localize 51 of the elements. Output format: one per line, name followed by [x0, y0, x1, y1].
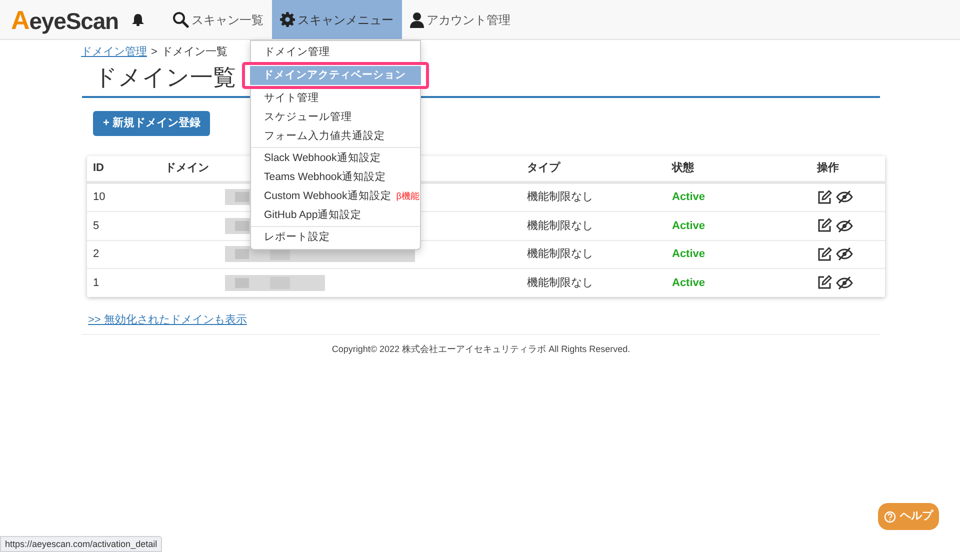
id-cell: 10 [93, 191, 106, 203]
nav-tab[interactable]: スキャン一覧 [164, 0, 272, 39]
menu-item[interactable]: ドメイン管理 [251, 43, 420, 62]
help-icon [884, 510, 896, 522]
breadcrumb-link[interactable]: ドメイン管理 [81, 44, 147, 60]
menu-item[interactable]: Slack Webhook通知設定 [251, 149, 420, 168]
search-icon [172, 11, 189, 28]
type-cell: 機能制限なし [527, 248, 593, 260]
status-url-bar: https://aeyescan.com/activation_detail [0, 536, 162, 552]
type-cell: 機能制限なし [527, 276, 593, 288]
menu-item[interactable]: GitHub App通知設定 [251, 206, 420, 225]
column-header: タイプ [527, 162, 560, 174]
edit-icon[interactable] [817, 218, 832, 234]
column-header: 操作 [817, 162, 839, 174]
column-header: 状態 [672, 162, 694, 174]
id-cell: 1 [93, 276, 100, 288]
id-cell: 2 [93, 248, 100, 260]
app-logo[interactable]: AeyeScan [11, 5, 119, 39]
person-icon [410, 12, 424, 28]
column-header: ID [93, 162, 104, 174]
hide-icon[interactable] [836, 218, 853, 233]
copyright-text: Copyright© 2022 株式会社エーアイセキュリティラボ All Rights Reserved. [332, 344, 630, 354]
menu-item[interactable]: フォーム入力値共通設定 [251, 127, 420, 146]
id-cell: 5 [93, 220, 100, 232]
status-cell: Active [672, 191, 706, 203]
nav-tab[interactable]: アカウント管理 [402, 0, 519, 39]
page-title: ドメイン一覧 [94, 62, 236, 92]
settings-icon [280, 12, 295, 27]
breadcrumb-current: ドメイン一覧 [161, 45, 228, 60]
hide-icon[interactable] [836, 276, 853, 290]
menu-item[interactable]: スケジュール管理 [251, 108, 420, 127]
edit-icon[interactable] [817, 275, 832, 290]
new-domain-button[interactable]: + 新規ドメイン登録 [93, 110, 210, 136]
status-cell: Active [672, 248, 706, 260]
menu-item[interactable]: レポート設定 [251, 228, 420, 247]
edit-icon[interactable] [817, 246, 832, 262]
edit-icon[interactable] [817, 190, 832, 205]
status-cell: Active [672, 276, 706, 288]
column-header: ドメイン [165, 162, 209, 174]
type-cell: 機能制限なし [527, 191, 593, 203]
breadcrumb-separator: > [151, 45, 158, 60]
hide-icon[interactable] [836, 247, 853, 262]
status-cell: Active [672, 220, 706, 232]
hide-icon[interactable] [836, 190, 853, 204]
menu-item[interactable]: サイト管理 [251, 89, 420, 108]
type-cell: 機能制限なし [527, 220, 593, 232]
nav-tab[interactable]: スキャンメニュー [272, 0, 402, 39]
menu-item[interactable]: Custom Webhook通知設定 β機能 [251, 187, 420, 206]
bell-icon[interactable] [132, 13, 144, 26]
menu-item[interactable]: Teams Webhook通知設定 [251, 168, 420, 187]
beta-label: β機能 [396, 190, 420, 203]
